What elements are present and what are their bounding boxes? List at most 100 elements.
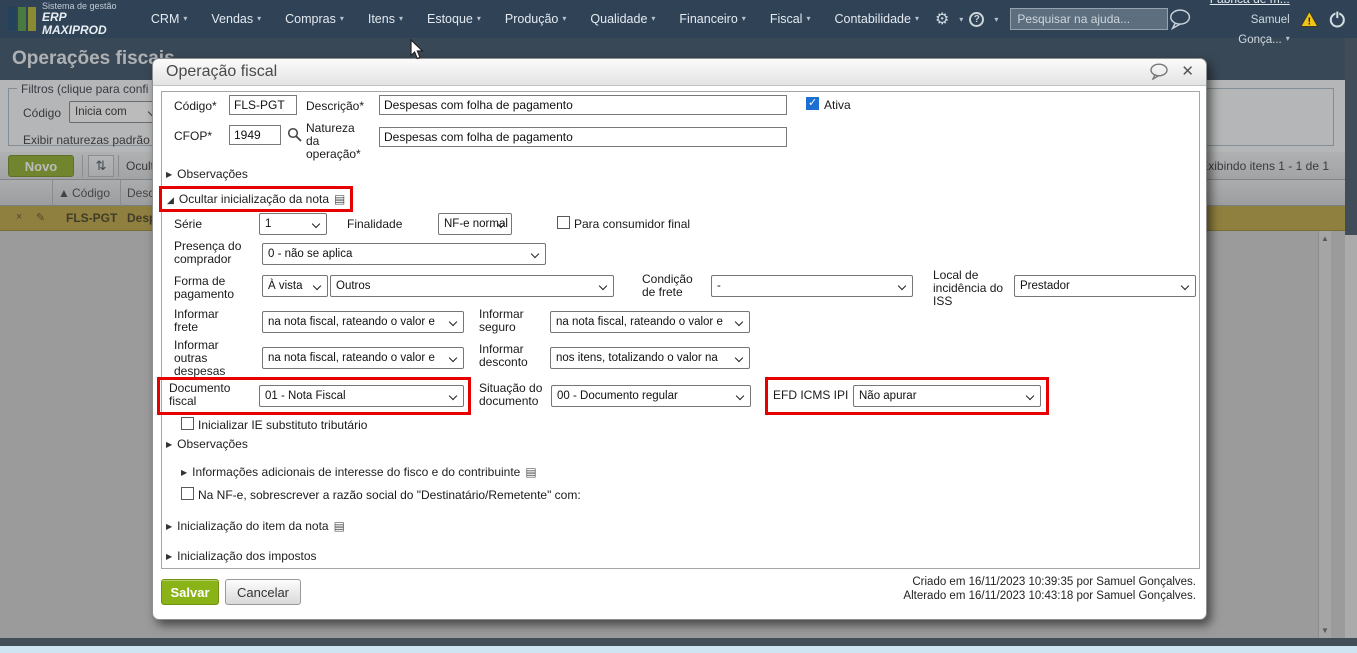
natureza-label: Natureza da operação*	[306, 122, 370, 161]
collapsed-triangle-icon: ▶	[181, 468, 187, 477]
notes-icon[interactable]: ▤	[525, 465, 536, 479]
finalidade-select[interactable]: NF-e normal	[438, 213, 512, 235]
settings-gear-icon[interactable]: ⚙	[935, 9, 949, 29]
cfop-search-icon[interactable]	[287, 127, 302, 142]
chevron-down-icon: ▾	[477, 14, 481, 23]
user-menu[interactable]: Samuel Gonça...	[1238, 14, 1289, 46]
informar-frete-label: Informar frete	[174, 308, 244, 334]
info-adicionais-toggle[interactable]: ▶Informações adicionais de interesse do …	[181, 465, 537, 479]
nav-menu-item[interactable]: CRM▾	[151, 12, 187, 26]
cfop-input[interactable]: 1949	[229, 125, 281, 145]
presenca-select[interactable]: 0 - não se aplica	[262, 243, 546, 265]
natureza-input[interactable]: Despesas com folha de pagamento	[379, 127, 787, 147]
informar-frete-select[interactable]: na nota fiscal, rateando o valor e	[262, 311, 464, 333]
chevron-down-icon: ▾	[340, 14, 344, 23]
nav-menu-item[interactable]: Fiscal▾	[770, 12, 811, 26]
nav-menu-item[interactable]: Produção▾	[505, 12, 567, 26]
codigo-label: Código*	[174, 100, 217, 113]
help-icon[interactable]: ?	[969, 12, 984, 27]
help-search-input[interactable]	[1010, 8, 1168, 30]
informar-outras-select[interactable]: na nota fiscal, rateando o valor e	[262, 347, 464, 369]
situacao-label: Situação do documento	[479, 382, 551, 408]
top-navbar: Sistema de gestão ERP MAXIPROD CRM▾ Vend…	[0, 0, 1357, 38]
logo-name: ERP MAXIPROD	[42, 11, 127, 36]
finalidade-label: Finalidade	[347, 218, 402, 231]
chevron-down-icon: ▾	[806, 14, 810, 23]
sobrescrever-checkbox[interactable]	[181, 487, 194, 500]
chevron-down-icon: ▾	[651, 14, 655, 23]
nav-menu-item[interactable]: Contabilidade▾	[834, 12, 918, 26]
ocultar-inicializacao-toggle[interactable]: ◢Ocultar inicialização da nota▤	[167, 192, 345, 206]
nav-menu-item[interactable]: Vendas▾	[211, 12, 261, 26]
forma-pagamento-select-1[interactable]: À vista	[262, 275, 328, 297]
chevron-down-icon: ▾	[742, 14, 746, 23]
warning-icon[interactable]: !	[1300, 10, 1319, 28]
chevron-down-icon: ▾	[959, 15, 963, 24]
chevron-down-icon: ▾	[915, 14, 919, 23]
notes-icon[interactable]: ▤	[334, 192, 345, 206]
consumidor-final-label: Para consumidor final	[574, 218, 690, 231]
serie-select[interactable]: 1	[259, 213, 327, 235]
chevron-down-icon: ▾	[399, 14, 403, 23]
sobrescrever-label: Na NF-e, sobrescrever a razão social do …	[198, 489, 581, 502]
ie-substituto-checkbox[interactable]	[181, 417, 194, 430]
chat-bubble-icon[interactable]	[1168, 8, 1192, 30]
chevron-down-icon: ▾	[562, 14, 566, 23]
inicializacao-impostos-toggle[interactable]: ▶Inicialização dos impostos	[166, 549, 317, 563]
nav-menu-item[interactable]: Itens▾	[368, 12, 403, 26]
codigo-input[interactable]: FLS-PGT	[229, 95, 297, 115]
operacao-fiscal-dialog: Operação fiscal ✕ Código* FLS-PGT Descri…	[152, 58, 1207, 620]
app-logo[interactable]: Sistema de gestão ERP MAXIPROD	[0, 2, 137, 37]
cfop-label: CFOP*	[174, 130, 212, 143]
efd-select[interactable]: Não apurar	[853, 385, 1041, 407]
power-icon[interactable]	[1328, 9, 1347, 29]
chevron-down-icon: ▾	[994, 15, 998, 24]
svg-text:!: !	[1307, 17, 1310, 28]
bottom-blue-strip	[0, 646, 1357, 653]
observacoes-toggle[interactable]: ▶Observações	[166, 167, 248, 181]
inicializacao-item-toggle[interactable]: ▶Inicialização do item da nota▤	[166, 519, 345, 533]
chevron-down-icon: ▾	[183, 14, 187, 23]
documento-fiscal-select[interactable]: 01 - Nota Fiscal	[259, 385, 464, 407]
descricao-label: Descrição*	[306, 100, 364, 113]
collapsed-triangle-icon: ▶	[166, 440, 172, 449]
descricao-input[interactable]: Despesas com folha de pagamento	[379, 95, 787, 115]
company-link[interactable]: Fábrica de m...	[1210, 0, 1290, 6]
collapsed-triangle-icon: ▶	[166, 170, 172, 179]
app-screen: Operações fiscais Filtros (clique para c…	[0, 0, 1357, 653]
created-audit-text: Criado em 16/11/2023 10:39:35 por Samuel…	[912, 576, 1196, 588]
observacoes2-toggle[interactable]: ▶Observações	[166, 437, 248, 451]
ie-substituto-label: Inicializar IE substituto tributário	[198, 419, 367, 432]
local-iss-select[interactable]: Prestador	[1014, 275, 1196, 297]
forma-pagamento-label: Forma de pagamento	[174, 275, 260, 301]
logo-icon	[8, 7, 36, 31]
informar-desconto-label: Informar desconto	[479, 343, 549, 369]
informar-outras-label: Informar outras despesas	[174, 339, 244, 378]
chevron-down-icon: ▾	[1286, 34, 1290, 43]
ativa-label: Ativa	[824, 99, 851, 112]
close-icon[interactable]: ✕	[1181, 64, 1194, 79]
ativa-checkbox[interactable]	[806, 97, 819, 110]
condicao-frete-select[interactable]: -	[711, 275, 913, 297]
salvar-button[interactable]: Salvar	[161, 579, 219, 605]
notes-icon[interactable]: ▤	[334, 519, 345, 533]
nav-menu-item[interactable]: Estoque▾	[427, 12, 481, 26]
situacao-select[interactable]: 00 - Documento regular	[551, 385, 751, 407]
mouse-cursor	[410, 39, 424, 60]
efd-label: EFD ICMS IPI	[773, 389, 848, 402]
dialog-comment-icon[interactable]	[1149, 63, 1169, 80]
documento-fiscal-label: Documento fiscal	[169, 382, 241, 408]
cancelar-button[interactable]: Cancelar	[225, 579, 301, 605]
dialog-titlebar[interactable]: Operação fiscal ✕	[153, 59, 1206, 86]
informar-seguro-select[interactable]: na nota fiscal, rateando o valor e	[550, 311, 750, 333]
altered-audit-text: Alterado em 16/11/2023 10:43:18 por Samu…	[903, 590, 1196, 602]
nav-menu-item[interactable]: Compras▾	[285, 12, 344, 26]
presenca-label: Presença do comprador	[174, 240, 260, 266]
chevron-down-icon: ▾	[257, 14, 261, 23]
nav-menu-item[interactable]: Qualidade▾	[590, 12, 655, 26]
consumidor-final-checkbox[interactable]	[557, 216, 570, 229]
informar-desconto-select[interactable]: nos itens, totalizando o valor na	[550, 347, 750, 369]
collapsed-triangle-icon: ▶	[166, 522, 172, 531]
forma-pagamento-select-2[interactable]: Outros	[330, 275, 614, 297]
nav-menu-item[interactable]: Financeiro▾	[679, 12, 745, 26]
